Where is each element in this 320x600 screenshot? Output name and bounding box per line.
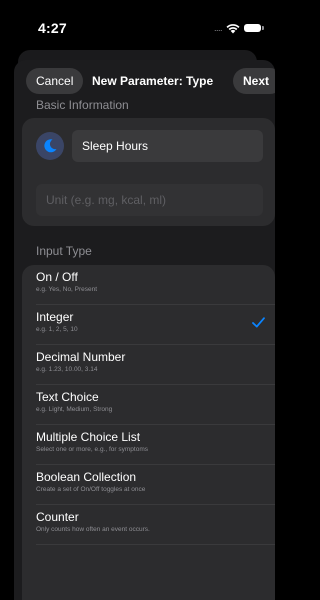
signal-icon: .... (213, 23, 223, 33)
option-title: Text Choice (36, 390, 99, 404)
unit-input[interactable]: Unit (e.g. mg, kcal, ml) (36, 184, 263, 216)
type-option-multiple-choice-list[interactable]: Multiple Choice List Select one or more,… (22, 425, 275, 465)
divider (36, 544, 275, 545)
option-subtitle: Only counts how often an event occurs. (36, 526, 150, 533)
name-input[interactable]: Sleep Hours (72, 130, 263, 162)
next-button[interactable]: Next (232, 68, 275, 94)
option-subtitle: Create a set of On/Off toggles at once (36, 486, 146, 493)
navigation-bar: Cancel New Parameter: Type Next (14, 66, 275, 96)
type-option-boolean-collection[interactable]: Boolean Collection Create a set of On/Of… (22, 465, 275, 505)
option-subtitle: Select one or more, e.g., for symptoms (36, 446, 148, 453)
option-title: Decimal Number (36, 350, 126, 364)
option-title: Multiple Choice List (36, 430, 141, 444)
option-subtitle: e.g. Light, Medium, Strong (36, 406, 113, 413)
option-title: Counter (36, 510, 79, 524)
type-option-decimal-number[interactable]: Decimal Number e.g. 1.23, 10.00, 3.14 (22, 345, 275, 385)
wifi-icon (226, 23, 240, 33)
option-title: On / Off (36, 270, 78, 284)
checkmark-icon (252, 317, 265, 328)
input-type-list: On / Off e.g. Yes, No, Present Integer e… (22, 265, 275, 600)
status-time: 4:27 (38, 20, 67, 36)
option-subtitle: e.g. 1, 2, 5, 10 (36, 326, 78, 333)
moon-icon (44, 139, 57, 153)
type-option-text-choice[interactable]: Text Choice e.g. Light, Medium, Strong (22, 385, 275, 425)
type-option-on-off[interactable]: On / Off e.g. Yes, No, Present (22, 265, 275, 305)
page-title: New Parameter: Type (92, 74, 214, 88)
option-subtitle: e.g. Yes, No, Present (36, 286, 98, 293)
name-row: Sleep Hours (36, 130, 263, 162)
icon-picker-button[interactable] (36, 132, 64, 160)
input-type-header: Input Type (36, 244, 92, 258)
new-parameter-sheet: Cancel New Parameter: Type Next Basic In… (14, 60, 275, 600)
basic-information-header: Basic Information (36, 98, 129, 112)
status-bar: 4:27 .... (0, 0, 275, 46)
type-option-integer[interactable]: Integer e.g. 1, 2, 5, 10 (22, 305, 275, 345)
option-title: Boolean Collection (36, 470, 137, 484)
battery-icon (244, 24, 264, 32)
type-option-counter[interactable]: Counter Only counts how often an event o… (22, 505, 275, 545)
status-icons: .... (213, 21, 264, 35)
option-subtitle: e.g. 1.23, 10.00, 3.14 (36, 366, 98, 373)
option-title: Integer (36, 310, 74, 324)
basic-information-card: Sleep Hours Unit (e.g. mg, kcal, ml) (22, 118, 275, 226)
cancel-button[interactable]: Cancel (26, 68, 84, 94)
